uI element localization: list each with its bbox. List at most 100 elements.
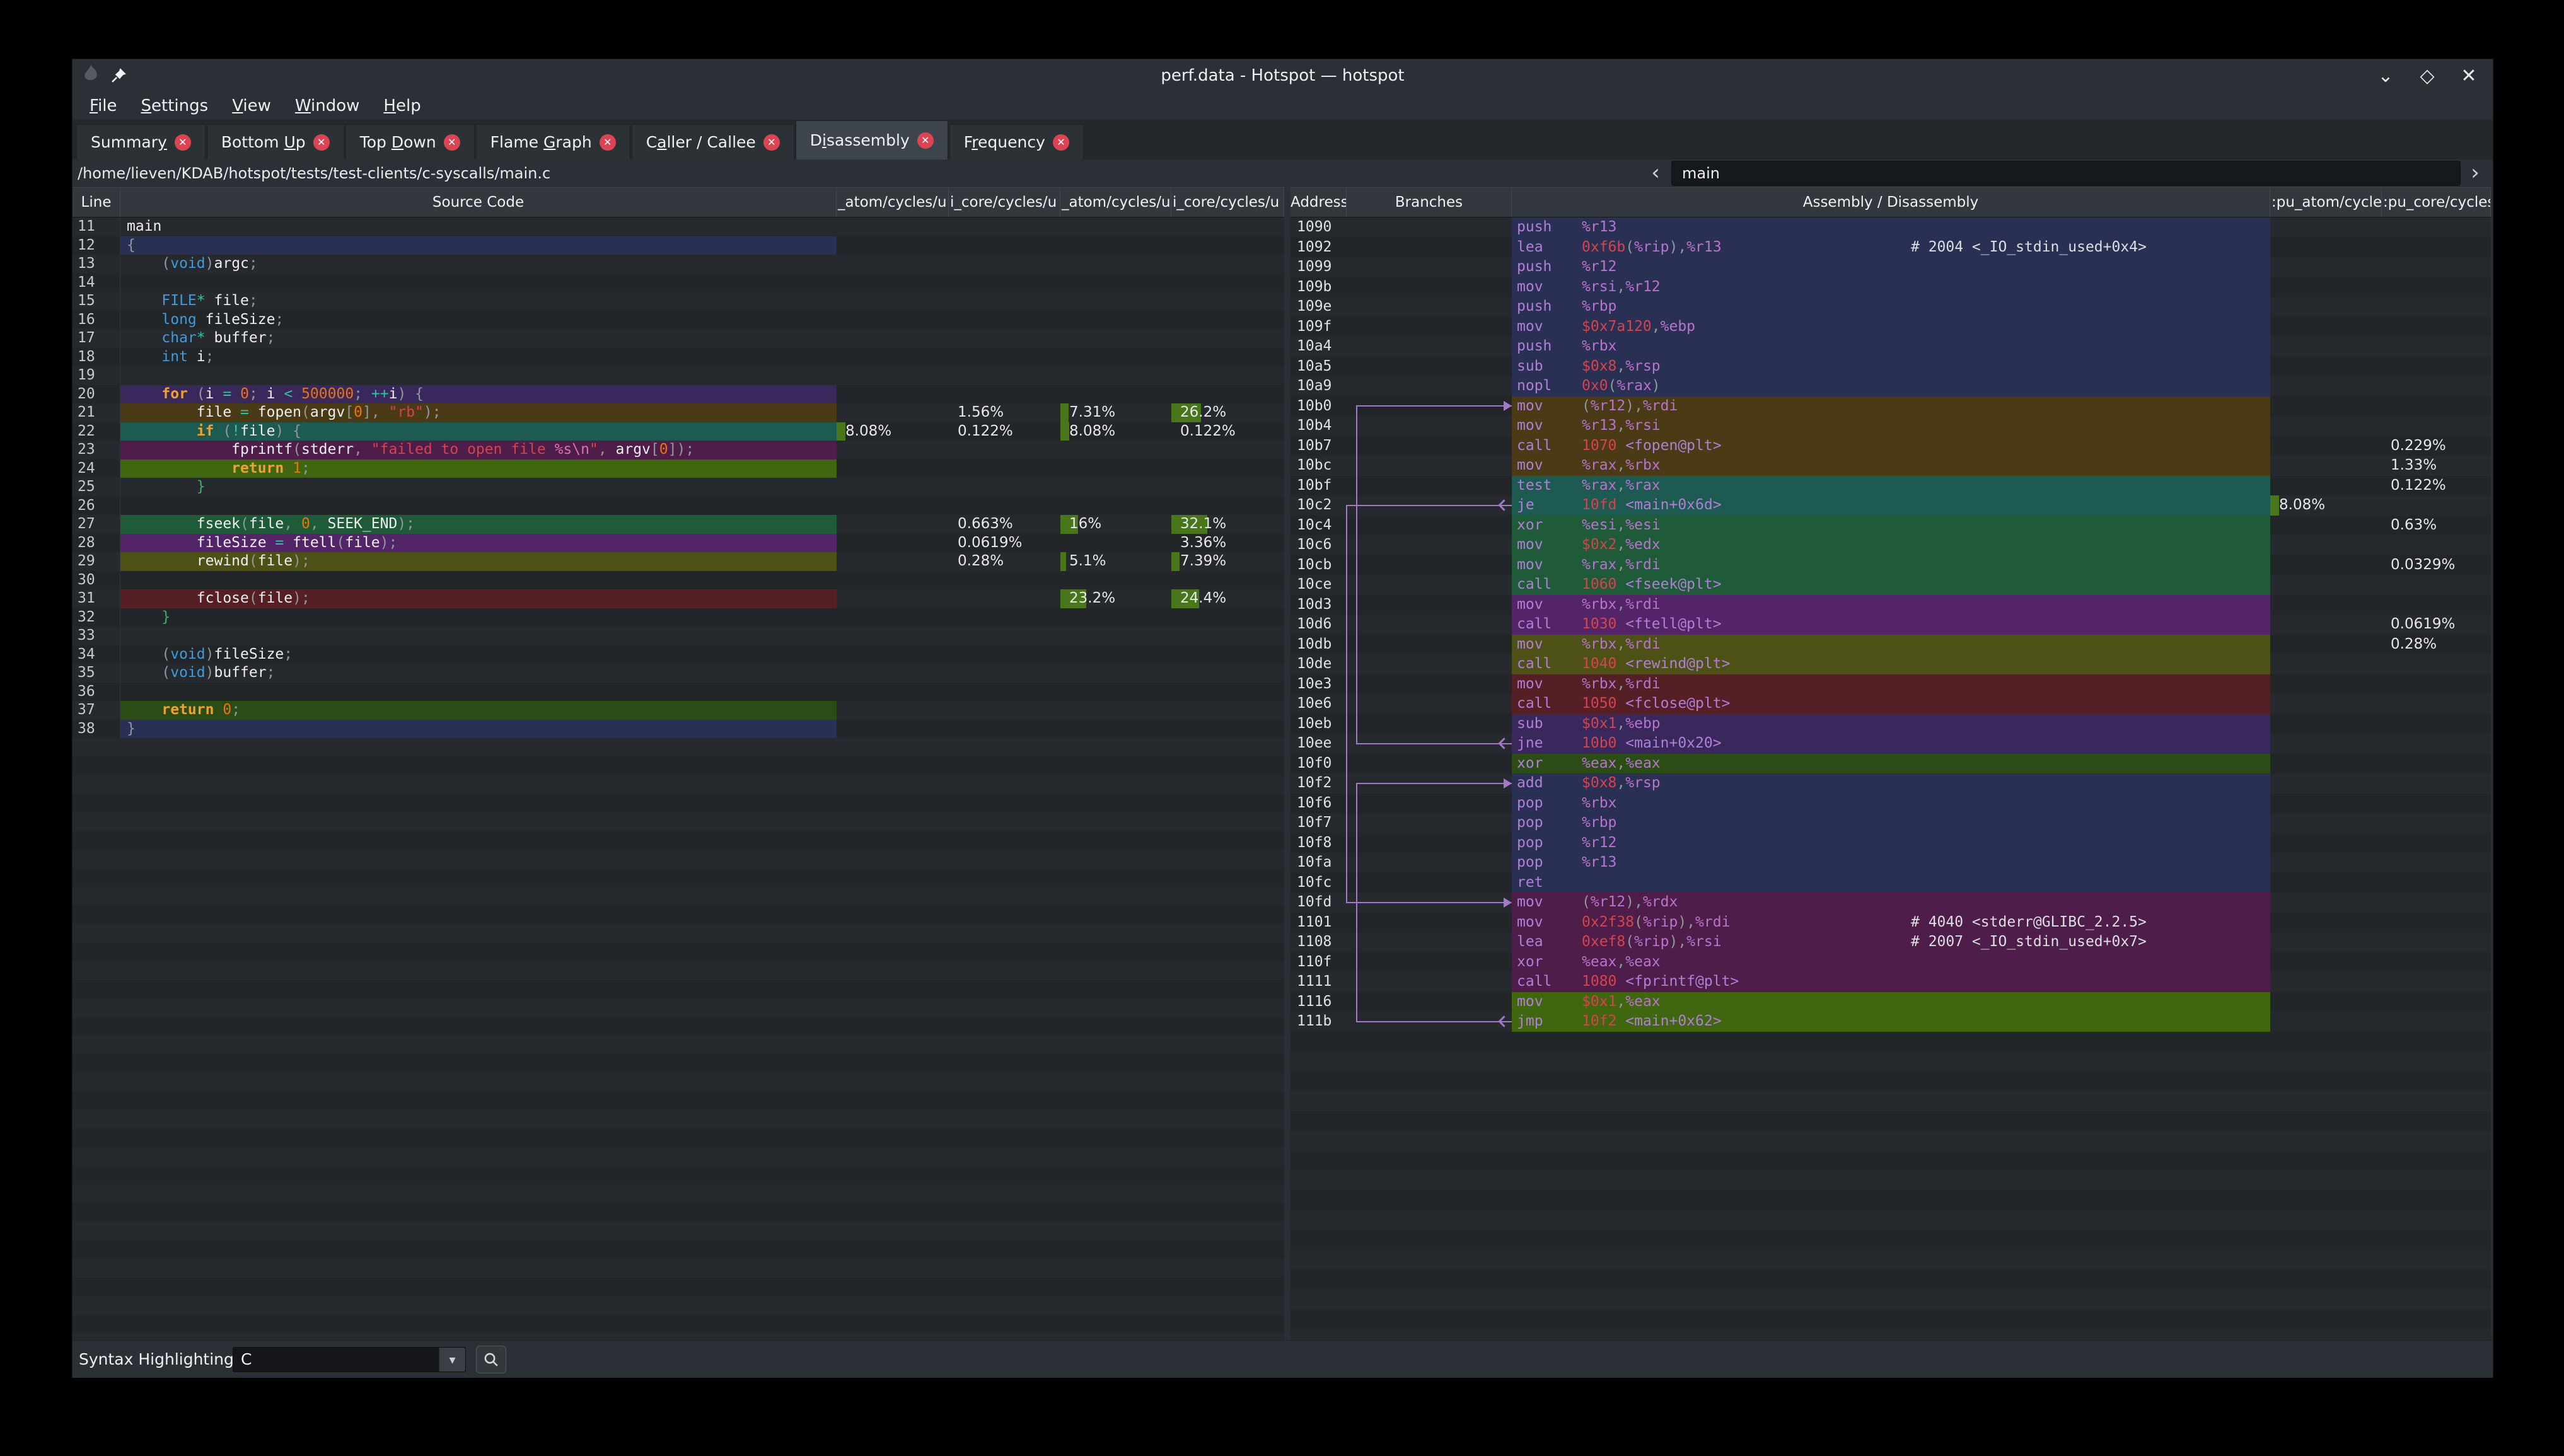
source-row[interactable]: 27 fseek(file, 0, SEEK_END);0.663%16%32.… [73, 515, 1284, 534]
tab-close-icon[interactable]: ✕ [444, 134, 460, 151]
disasm-row[interactable]: 10f0xor%eax,%eax [1291, 754, 2491, 774]
disasm-row[interactable]: 10d6call1030 <ftell@plt>0.0619% [1291, 615, 2491, 635]
disasm-header-col[interactable]: :pu_atom/cycles/u [2270, 188, 2382, 217]
source-row[interactable]: 24 return 1; [73, 459, 1284, 478]
disasm-row[interactable]: 110fxor%eax,%eax [1291, 952, 2491, 973]
disasm-row[interactable]: 10d3mov%rbx,%rdi [1291, 595, 2491, 615]
disasm-header-col[interactable]: Branches [1347, 188, 1512, 217]
syntax-language-combobox[interactable]: C ▾ [233, 1347, 466, 1372]
disasm-row[interactable]: 109fmov$0x7a120,%ebp [1291, 317, 2491, 337]
search-prev-button[interactable]: ‹ [1644, 161, 1668, 185]
disasm-row[interactable]: 10cbmov%rax,%rdi0.0329% [1291, 555, 2491, 575]
source-row[interactable]: 21 file = fopen(argv[0], "rb");1.56%7.31… [73, 403, 1284, 422]
disasm-row[interactable]: 10e3mov%rbx,%rdi [1291, 674, 2491, 695]
disasm-row[interactable]: 10f6pop%rbx [1291, 794, 2491, 814]
menu-view[interactable]: View [220, 92, 283, 120]
source-header-col[interactable]: i_core/cycles/u (ir [1171, 188, 1284, 217]
disasm-row[interactable]: 10fcret [1291, 873, 2491, 893]
source-row[interactable]: 13 (void)argc; [73, 255, 1284, 274]
disasm-row[interactable]: 10b4mov%r13,%rsi [1291, 416, 2491, 436]
source-row[interactable]: 11main [73, 217, 1284, 236]
source-row[interactable]: 17 char* buffer; [73, 329, 1284, 348]
disasm-row[interactable]: 10c2je10fd <main+0x6d>8.08% [1291, 495, 2491, 516]
source-row[interactable]: 35 (void)buffer; [73, 664, 1284, 683]
source-row[interactable]: 22 if (!file) {8.08%0.122%8.08%0.122% [73, 422, 1284, 441]
disasm-row[interactable]: 1092lea0xf6b(%rip),%r13# 2004 <_IO_stdin… [1291, 238, 2491, 258]
search-input[interactable] [1671, 161, 2461, 186]
disasm-row[interactable]: 1101mov0x2f38(%rip),%rdi# 4040 <stderr@G… [1291, 913, 2491, 933]
source-row[interactable]: 29 rewind(file);0.28%5.1%7.39% [73, 552, 1284, 571]
source-row[interactable]: 31 fclose(file);23.2%24.4% [73, 589, 1284, 608]
source-header-col[interactable]: _atom/cycles/u (ii [1060, 188, 1171, 217]
search-next-button[interactable]: › [2463, 161, 2487, 185]
disasm-row[interactable]: 10f8pop%r12 [1291, 833, 2491, 853]
disasm-row[interactable]: 109bmov%rsi,%r12 [1291, 277, 2491, 298]
disasm-header-col[interactable]: :pu_core/cycles/u [2382, 188, 2491, 217]
tab-frequency[interactable]: Frequency✕ [949, 124, 1084, 159]
search-button[interactable] [476, 1346, 506, 1373]
source-row[interactable]: 26 [73, 497, 1284, 516]
tab-close-icon[interactable]: ✕ [763, 134, 780, 151]
disasm-row[interactable]: 10fdmov(%r12),%rdx [1291, 893, 2491, 913]
disassembly-table-header[interactable]: AddressBranchesAssembly / Disassembly:pu… [1291, 187, 2491, 217]
disasm-header-col[interactable]: Assembly / Disassembly [1512, 188, 2270, 217]
source-row[interactable]: 38} [73, 720, 1284, 739]
disasm-row[interactable]: 10f2add$0x8,%rsp [1291, 773, 2491, 794]
source-header-col[interactable]: Line [73, 188, 120, 217]
source-row[interactable]: 28 fileSize = ftell(file);0.0619%3.36% [73, 534, 1284, 553]
source-row[interactable]: 14 [73, 274, 1284, 292]
tab-top-down[interactable]: Top Down✕ [345, 124, 475, 159]
disasm-row[interactable]: 10bcmov%rax,%rbx1.33% [1291, 456, 2491, 476]
maximize-button[interactable]: ◇ [2416, 65, 2439, 87]
disasm-row[interactable]: 1099push%r12 [1291, 257, 2491, 277]
disasm-row[interactable]: 10eejne10b0 <main+0x20> [1291, 734, 2491, 754]
source-row[interactable]: 16 long fileSize; [73, 311, 1284, 330]
title-bar[interactable]: perf.data - Hotspot — hotspot ⌄ ◇ ✕ [73, 59, 2493, 92]
disasm-row[interactable]: 10f7pop%rbp [1291, 813, 2491, 833]
menu-help[interactable]: Help [371, 92, 432, 120]
disasm-header-col[interactable]: Address [1291, 188, 1347, 217]
tab-summary[interactable]: Summary✕ [76, 124, 206, 159]
disasm-row[interactable]: 1108lea0xef8(%rip),%rsi# 2007 <_IO_stdin… [1291, 932, 2491, 952]
tab-flame-graph[interactable]: Flame Graph✕ [476, 124, 630, 159]
disasm-row[interactable]: 111bjmp10f2 <main+0x62> [1291, 1012, 2491, 1032]
menu-settings[interactable]: Settings [129, 92, 221, 120]
disasm-row[interactable]: 10bftest%rax,%rax0.122% [1291, 476, 2491, 496]
disasm-row[interactable]: 10a4push%rbx [1291, 337, 2491, 357]
tab-close-icon[interactable]: ✕ [175, 134, 191, 151]
menu-window[interactable]: Window [283, 92, 372, 120]
menu-file[interactable]: File [78, 92, 129, 120]
source-row[interactable]: 30 [73, 571, 1284, 590]
disasm-row[interactable]: 10c4xor%esi,%esi0.63% [1291, 516, 2491, 536]
disasm-row[interactable]: 10dbmov%rbx,%rdi0.28% [1291, 635, 2491, 655]
disasm-row[interactable]: 10a5sub$0x8,%rsp [1291, 357, 2491, 377]
source-row[interactable]: 34 (void)fileSize; [73, 645, 1284, 664]
disasm-row[interactable]: 10e6call1050 <fclose@plt> [1291, 694, 2491, 714]
tab-disassembly[interactable]: Disassembly✕ [796, 120, 948, 159]
source-header-col[interactable]: i_core/cycles/u (s [949, 188, 1060, 217]
disasm-row[interactable]: 10c6mov$0x2,%edx [1291, 535, 2491, 555]
disasm-row[interactable]: 10b0mov(%r12),%rdi [1291, 396, 2491, 417]
disasm-row[interactable]: 10fapop%r13 [1291, 853, 2491, 873]
tab-close-icon[interactable]: ✕ [1053, 134, 1069, 151]
source-row[interactable]: 25 } [73, 478, 1284, 497]
disasm-row[interactable]: 10cecall1060 <fseek@plt> [1291, 575, 2491, 595]
source-row[interactable]: 15 FILE* file; [73, 292, 1284, 311]
tab-close-icon[interactable]: ✕ [917, 132, 934, 149]
source-table-header[interactable]: LineSource Code_atom/cycles/u (si_core/c… [73, 187, 1284, 217]
disasm-row[interactable]: 10b7call1070 <fopen@plt>0.229% [1291, 436, 2491, 456]
source-header-col[interactable]: _atom/cycles/u (s [837, 188, 949, 217]
source-row[interactable]: 33 [73, 627, 1284, 645]
disasm-row[interactable]: 1090push%r13 [1291, 217, 2491, 238]
source-row[interactable]: 18 int i; [73, 348, 1284, 367]
disasm-row[interactable]: 10decall1040 <rewind@plt> [1291, 654, 2491, 674]
chevron-down-icon[interactable]: ▾ [439, 1348, 465, 1372]
source-row[interactable]: 32 } [73, 608, 1284, 627]
tab-bottom-up[interactable]: Bottom Up✕ [207, 124, 344, 159]
source-row[interactable]: 23 fprintf(stderr, "failed to open file … [73, 441, 1284, 459]
disasm-row[interactable]: 1111call1080 <fprintf@plt> [1291, 972, 2491, 992]
disasm-row[interactable]: 1116mov$0x1,%eax [1291, 992, 2491, 1012]
source-header-col[interactable]: Source Code [120, 188, 837, 217]
source-row[interactable]: 36 [73, 683, 1284, 702]
tab-close-icon[interactable]: ✕ [600, 134, 616, 151]
